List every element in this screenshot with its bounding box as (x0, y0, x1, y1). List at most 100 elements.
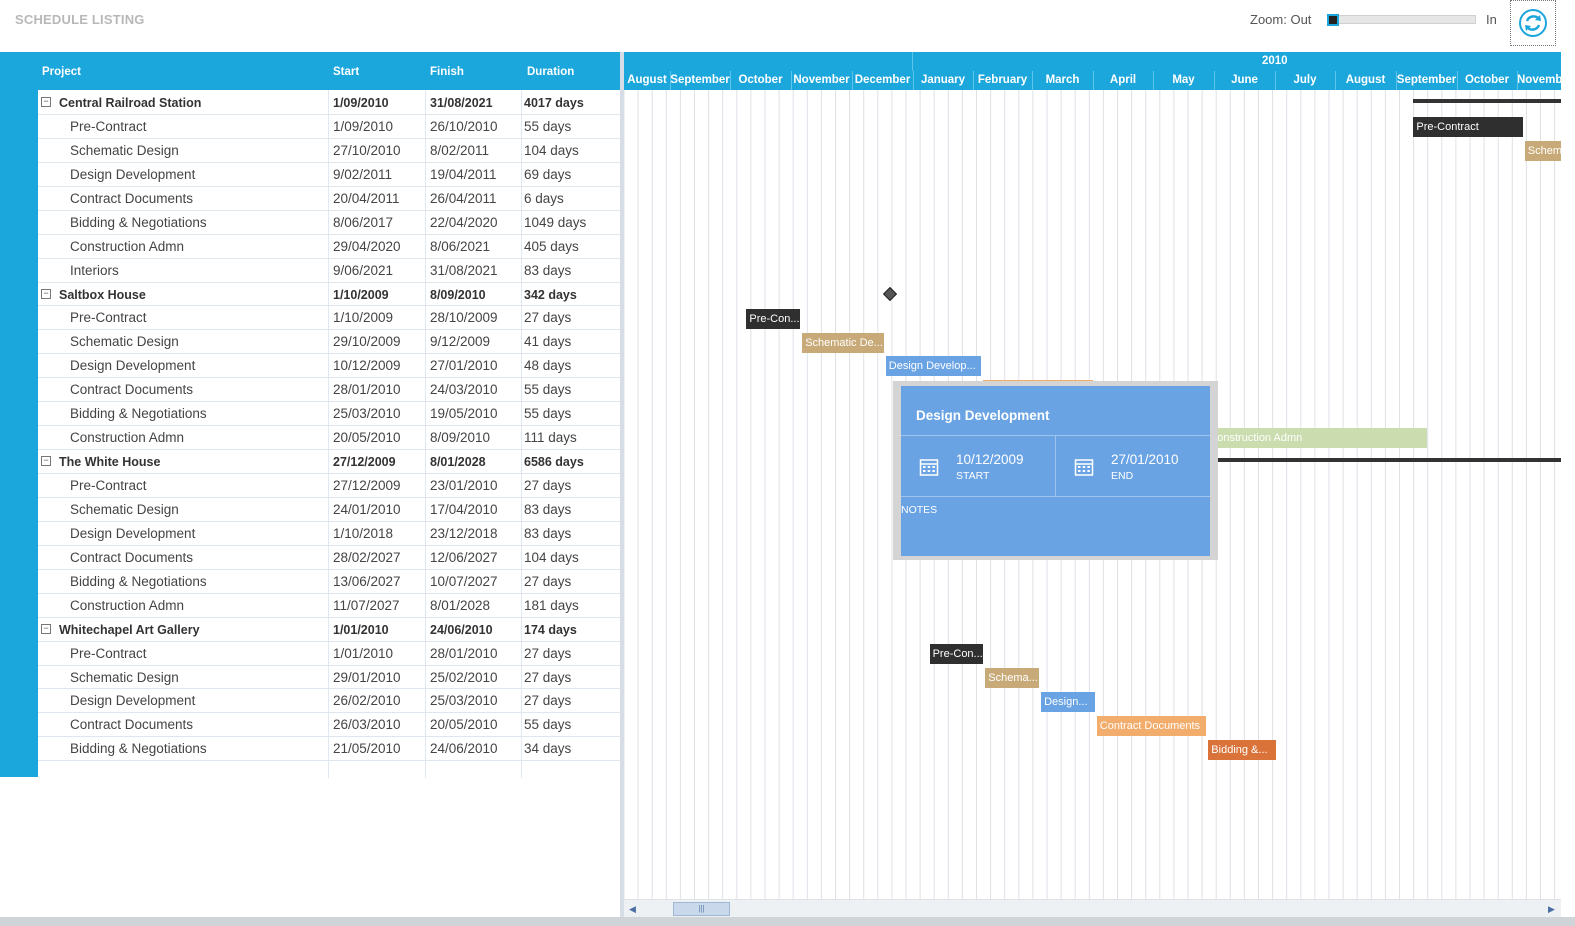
gantt-task-bar[interactable]: Schematic (1524, 140, 1561, 161)
scrollbar-thumb[interactable]: ||| (673, 902, 730, 916)
task-start: 21/05/2010 (333, 741, 401, 757)
task-row[interactable]: Pre-Contract 1/10/2009 28/10/2009 27 days (38, 306, 620, 331)
collapse-icon[interactable]: − (41, 288, 51, 299)
tooltip-end-date: 27/01/2010 (1111, 452, 1179, 467)
task-finish: 8/02/2011 (430, 142, 490, 158)
gantt-task-bar[interactable]: Design... (1041, 691, 1095, 712)
task-row[interactable]: Construction Admn 11/07/2027 8/01/2028 181 … (38, 594, 620, 618)
task-name: Pre-Contract (70, 310, 147, 326)
task-start: 29/10/2009 (333, 334, 401, 350)
column-header-start[interactable]: Start (333, 66, 359, 78)
task-name: Contract Documents (70, 382, 194, 398)
task-row[interactable]: Schematic Design 29/10/2009 9/12/2009 41 da… (38, 330, 620, 355)
column-header-finish[interactable]: Finish (430, 66, 464, 78)
task-row[interactable]: Interiors 9/06/2021 31/08/2021 83 days (38, 259, 620, 283)
collapse-icon[interactable]: − (41, 97, 51, 107)
gantt-task-bar[interactable]: Pre-Contract (1413, 117, 1523, 137)
task-row[interactable]: Design Development 1/10/2018 23/12/2018 83 … (38, 522, 620, 546)
task-start: 20/04/2011 (333, 190, 400, 206)
zoom-slider[interactable] (1327, 14, 1476, 26)
month-divider (1032, 71, 1033, 90)
month-divider (973, 71, 974, 90)
task-start: 10/12/2009 (333, 358, 401, 374)
task-duration: 69 days (524, 166, 572, 182)
task-finish: 8/01/2028 (430, 455, 486, 470)
scroll-left-arrow-icon[interactable]: ◀ (629, 904, 636, 915)
task-row[interactable]: Schematic Design 24/01/2010 17/04/2010 83 d… (38, 498, 620, 522)
divider (901, 496, 1210, 497)
task-start: 1/09/2010 (333, 118, 394, 134)
task-duration: 1049 days (524, 214, 587, 230)
task-row[interactable]: Bidding & Negotiations 8/06/2017 22/04/202… (38, 211, 620, 235)
column-header-project[interactable]: Project (42, 66, 81, 78)
collapse-icon[interactable]: − (41, 623, 51, 634)
project-row[interactable]: − Central Railroad Station 1/09/2010 31/08/… (38, 91, 620, 115)
gantt-task-bar[interactable]: Schema... (985, 667, 1040, 688)
task-finish: 24/06/2010 (430, 741, 498, 757)
task-duration: 6586 days (524, 455, 584, 470)
task-tooltip-card: Design Development 10/12/2009 START 27/0… (901, 386, 1210, 556)
task-row[interactable]: Contract Documents 26/03/2010 20/05/2010 55… (38, 713, 620, 738)
task-row[interactable]: Pre-Contract 27/12/2009 23/01/2010 27 days (38, 474, 620, 498)
task-name: Schematic Design (70, 334, 179, 350)
task-row[interactable]: Contract Documents 28/02/2027 12/06/2027 10… (38, 546, 620, 570)
gantt-task-bar[interactable]: Pre-Con... (746, 308, 801, 329)
zoom-slider-thumb[interactable] (1327, 14, 1339, 26)
gantt-horizontal-scrollbar[interactable]: ◀ ||| ▶ (624, 899, 1561, 917)
task-duration: 48 days (524, 358, 572, 374)
task-finish: 28/10/2009 (430, 310, 498, 326)
month-divider (1275, 71, 1276, 90)
gantt-task-bar[interactable]: Construction Admn (1206, 428, 1428, 449)
schedule-grid: Project Start Finish Duration − Central R… (0, 52, 620, 922)
task-row[interactable]: Construction Admn 29/04/2020 8/06/2021 405 … (38, 235, 620, 259)
refresh-button[interactable] (1510, 0, 1556, 46)
task-row[interactable]: Construction Admn 20/05/2010 8/09/2010 111 … (38, 426, 620, 451)
task-row[interactable]: Contract Documents 20/04/2011 26/04/2011 6 … (38, 187, 620, 211)
tooltip-end-label: END (1111, 470, 1134, 482)
task-row[interactable]: Pre-Contract 1/09/2010 26/10/2010 55 days (38, 115, 620, 139)
month-divider (1214, 71, 1215, 90)
task-start: 9/06/2021 (333, 262, 394, 278)
task-row[interactable]: Pre-Contract 1/01/2010 28/01/2010 27 days (38, 642, 620, 666)
scroll-right-arrow-icon[interactable]: ▶ (1548, 904, 1555, 915)
task-start: 24/01/2010 (333, 501, 401, 517)
task-name: Bidding & Negotiations (70, 573, 207, 589)
task-row[interactable]: Schematic Design 29/01/2010 25/02/2010 27 d… (38, 666, 620, 690)
gantt-task-bar[interactable]: Contract Documents (1096, 715, 1207, 736)
task-row[interactable]: Bidding & Negotiations 21/05/2010 24/06/20… (38, 737, 620, 762)
task-finish: 24/06/2010 (430, 622, 493, 637)
collapse-icon[interactable]: − (41, 456, 51, 467)
task-finish: 27/01/2010 (430, 358, 498, 374)
task-row[interactable]: Bidding & Negotiations 13/06/2027 10/07/20… (38, 570, 620, 594)
task-duration: 104 days (524, 549, 579, 565)
tooltip-start-date: 10/12/2009 (956, 452, 1024, 467)
task-duration: 181 days (524, 597, 579, 613)
gantt-task-bar[interactable]: Schematic De... (802, 332, 884, 353)
project-row[interactable]: − Whitechapel Art Gallery 1/01/2010 24/06/2… (38, 618, 620, 642)
task-finish: 8/01/2028 (430, 597, 491, 613)
task-duration: 405 days (524, 238, 579, 254)
gantt-task-bar[interactable]: Bidding &... (1208, 739, 1276, 760)
project-row[interactable]: − The White House 27/12/2009 8/01/2028 6586 … (38, 450, 620, 474)
task-start: 13/06/2027 (333, 573, 401, 589)
task-finish: 19/04/2011 (430, 166, 497, 182)
task-finish: 12/06/2027 (430, 549, 498, 565)
task-finish: 23/12/2018 (430, 525, 498, 541)
task-row[interactable]: Bidding & Negotiations 25/03/2010 19/05/20… (38, 402, 620, 427)
task-duration: 34 days (524, 741, 572, 757)
task-row[interactable]: Design Development 9/02/2011 19/04/2011 69 … (38, 163, 620, 187)
task-row[interactable]: Design Development 10/12/2009 27/01/2010 48… (38, 354, 620, 379)
month-divider (670, 71, 671, 90)
task-row[interactable]: Design Development 26/02/2010 25/03/2010 27… (38, 689, 620, 714)
task-row[interactable]: Schematic Design 27/10/2010 8/02/2011 104 d… (38, 139, 620, 163)
gantt-task-bar[interactable]: Design Develop... (885, 356, 982, 377)
timeline-month: July (1293, 74, 1317, 86)
task-name: Schematic Design (70, 501, 179, 517)
gantt-task-bar[interactable]: Pre-Con... (929, 643, 984, 664)
task-row[interactable]: Contract Documents 28/01/2010 24/03/2010 55… (38, 378, 620, 403)
task-start: 26/02/2010 (333, 693, 401, 709)
column-header-duration[interactable]: Duration (527, 66, 574, 78)
gantt-summary-bar[interactable] (1413, 99, 1561, 103)
project-row[interactable]: − Saltbox House 1/10/2009 8/09/2010 342 days (38, 283, 620, 307)
task-duration: 55 days (524, 118, 572, 134)
